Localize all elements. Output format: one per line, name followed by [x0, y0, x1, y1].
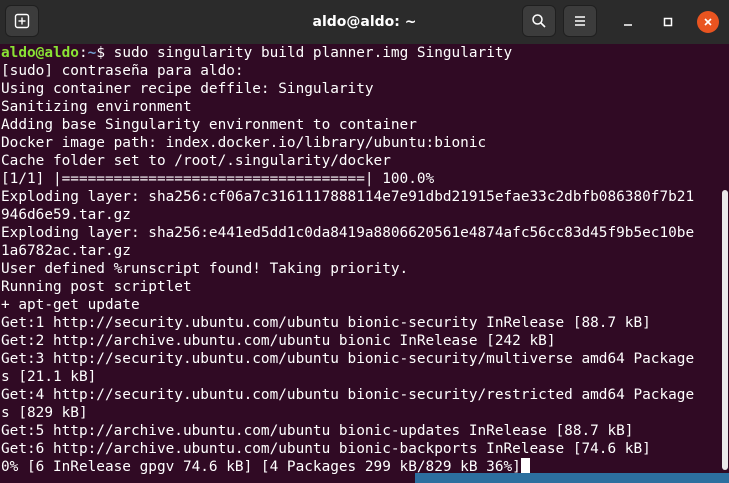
output-line: 1a6782ac.tar.gz	[1, 243, 131, 259]
output-line: [1/1] |=================================…	[1, 171, 435, 187]
output-line: Get:5 http://archive.ubuntu.com/ubuntu b…	[1, 423, 634, 439]
output-line: s [21.1 kB]	[1, 369, 97, 385]
title-bar[interactable]: aldo@aldo: ~	[0, 0, 729, 44]
text-cursor	[520, 458, 530, 474]
terminal-window: aldo@aldo: ~ aldo@aldo:~$ sudo singulari…	[0, 0, 729, 483]
prompt-separator: :	[78, 45, 88, 61]
terminal-output[interactable]: aldo@aldo:~$ sudo singularity build plan…	[0, 44, 720, 483]
new-tab-icon	[14, 13, 30, 29]
output-line: Using container recipe deffile: Singular…	[1, 81, 374, 97]
prompt-user-host: aldo@aldo	[1, 45, 79, 61]
output-line: s [829 kB]	[1, 405, 88, 421]
output-line: Get:2 http://archive.ubuntu.com/ubuntu b…	[1, 333, 556, 349]
close-button[interactable]	[697, 11, 719, 33]
hamburger-menu-icon	[575, 16, 585, 26]
output-line: Exploding layer: sha256:e441ed5dd1c0da84…	[1, 225, 695, 241]
output-line: Sanitizing environment	[1, 99, 192, 115]
output-line: Adding base Singularity environment to c…	[1, 117, 417, 133]
output-line: Running post scriptlet	[1, 279, 192, 295]
background-window-edge	[415, 473, 729, 483]
maximize-button[interactable]	[657, 11, 679, 33]
command-text: sudo singularity build planner.img Singu…	[105, 45, 513, 61]
search-button[interactable]	[522, 5, 556, 37]
output-line: User defined %runscript found! Taking pr…	[1, 261, 409, 277]
output-line: Docker image path: index.docker.io/libra…	[1, 135, 487, 151]
output-line: Cache folder set to /root/.singularity/d…	[1, 153, 391, 169]
maximize-icon	[663, 17, 673, 27]
close-icon	[704, 18, 712, 26]
prompt-symbol: $	[96, 45, 105, 61]
scrollbar[interactable]	[722, 190, 728, 470]
output-line: [sudo] contraseña para aldo:	[1, 63, 244, 79]
minimize-icon	[624, 24, 632, 26]
prompt-line: aldo@aldo:~$ sudo singularity build plan…	[1, 44, 720, 62]
output-line: Exploding layer: sha256:cf06a7c316111788…	[1, 189, 695, 205]
output-line: Get:4 http://security.ubuntu.com/ubuntu …	[1, 387, 695, 403]
search-icon	[532, 14, 546, 28]
menu-button[interactable]	[563, 5, 597, 37]
output-line: Get:3 http://security.ubuntu.com/ubuntu …	[1, 351, 695, 367]
new-tab-button[interactable]	[5, 5, 39, 37]
output-line: 946d6e59.tar.gz	[1, 207, 131, 223]
output-line: Get:1 http://security.ubuntu.com/ubuntu …	[1, 315, 651, 331]
output-line: Get:6 http://archive.ubuntu.com/ubuntu b…	[1, 441, 651, 457]
minimize-button[interactable]	[617, 11, 639, 33]
output-line: + apt-get update	[1, 297, 140, 313]
